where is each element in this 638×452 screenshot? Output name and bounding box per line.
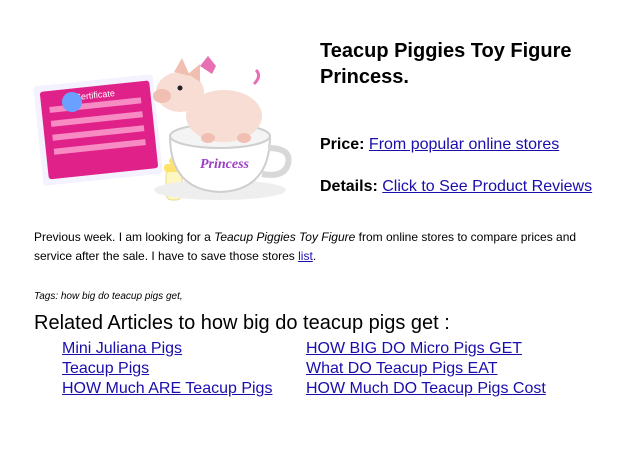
intro-product-name: Teacup Piggies Toy Figure — [214, 230, 356, 244]
product-image[interactable]: Certificate Princess — [30, 40, 300, 212]
intro-text-1: Previous week. I am looking for a — [34, 230, 215, 244]
related-link-what-do-teacup-pigs-eat[interactable]: What DO Teacup Pigs EAT — [306, 360, 566, 378]
crown-icon — [200, 56, 216, 74]
price-label: Price: — [320, 136, 365, 153]
product-title: Teacup Piggies Toy Figure Princess. — [320, 40, 572, 88]
price-line: Price: From popular online stores — [320, 136, 559, 154]
related-link-how-much-are-teacup-pigs[interactable]: HOW Much ARE Teacup Pigs — [62, 380, 306, 398]
intro-end: . — [312, 249, 317, 263]
related-heading: Related Articles to how big do teacup pi… — [34, 312, 450, 334]
intro-paragraph: Previous week. I am looking for a Teacup… — [34, 228, 614, 266]
star-badge — [62, 92, 82, 112]
related-link-how-big-do-micro-pigs-get[interactable]: HOW BIG DO Micro Pigs GET — [306, 340, 566, 358]
price-link[interactable]: From popular online stores — [369, 136, 559, 153]
pig-figure — [153, 56, 262, 143]
related-link-how-much-do-teacup-pigs-cost[interactable]: HOW Much DO Teacup Pigs Cost — [306, 380, 566, 398]
tags-line: Tags: how big do teacup pigs get, — [34, 291, 183, 302]
certificate-card: Certificate — [33, 74, 163, 186]
details-line: Details: Click to See Product Reviews — [320, 176, 620, 197]
related-link-teacup-pigs[interactable]: Teacup Pigs — [62, 360, 306, 378]
details-label: Details: — [320, 178, 378, 195]
related-links: Mini Juliana Pigs HOW BIG DO Micro Pigs … — [62, 340, 566, 398]
details-link[interactable]: Click to See Product Reviews — [382, 178, 592, 195]
related-link-mini-juliana-pigs[interactable]: Mini Juliana Pigs — [62, 340, 306, 358]
list-link[interactable]: list — [298, 249, 313, 263]
cup-text: Princess — [200, 157, 250, 172]
